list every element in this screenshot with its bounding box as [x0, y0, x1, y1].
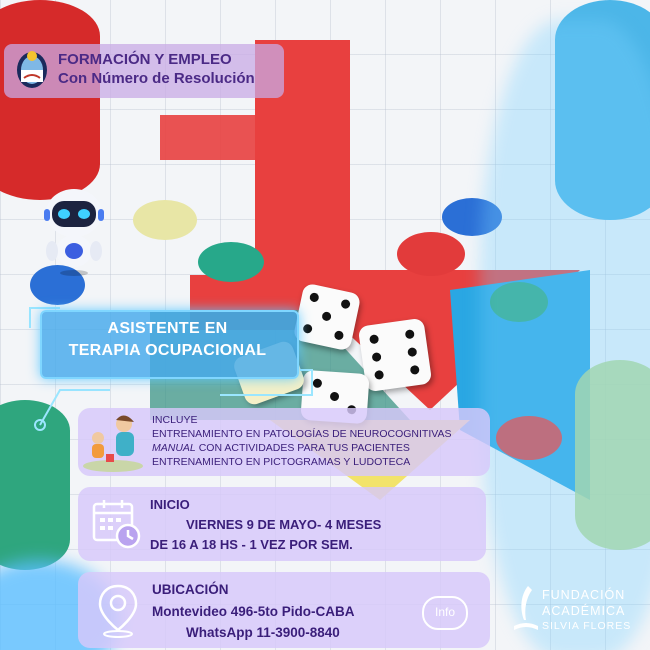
location-label: UBICACIÓN [152, 582, 229, 597]
start-schedule: DE 16 A 18 HS - 1 VEZ POR SEM. [150, 537, 353, 552]
logo-line-1: FUNDACIÓN [542, 588, 626, 602]
location-address: Montevideo 496-5to Pido-CABA [152, 604, 355, 619]
logo-line-3: SILVIA FLORES [542, 620, 632, 632]
includes-label: INCLUYE [152, 414, 198, 426]
course-title-line-2: TERAPIA OCUPACIONAL [68, 342, 267, 359]
argentina-seal-icon [17, 51, 47, 88]
info-bubble-icon: Info [422, 596, 468, 630]
includes-item-3: ENTRENAMIENTO EN PICTOGRAMAS Y LUDOTECA [152, 456, 411, 468]
course-title-line-1: ASISTENTE EN [107, 320, 228, 337]
robot-icon [44, 189, 104, 276]
start-label: INICIO [150, 497, 190, 512]
header-line-1: FORMACIÓN Y EMPLEO [58, 51, 232, 68]
start-date: VIERNES 9 DE MAYO- 4 MESES [186, 517, 382, 532]
includes-item-2: MANUAL CON ACTIVIDADES PARA TUS PACIENTE… [152, 442, 410, 454]
green-piece [198, 242, 264, 282]
calendar-clock-icon [92, 500, 141, 549]
therapy-illustration-icon [83, 415, 143, 472]
header-line-2: Con Número de Resolución [58, 70, 255, 87]
location-whatsapp: WhatsApp 11-3900-8840 [186, 625, 340, 640]
yellow-piece [133, 200, 197, 240]
logo-line-2: ACADÉMICA [542, 604, 626, 618]
red-piece [397, 232, 465, 276]
location-pin-icon [98, 584, 138, 638]
manual-word: MANUAL [152, 442, 196, 454]
includes-item-1: ENTRENAMIENTO EN PATOLOGÍAS DE NEUROCOGN… [152, 428, 452, 440]
quill-book-logo-icon [514, 586, 538, 630]
red-cup [0, 0, 100, 200]
